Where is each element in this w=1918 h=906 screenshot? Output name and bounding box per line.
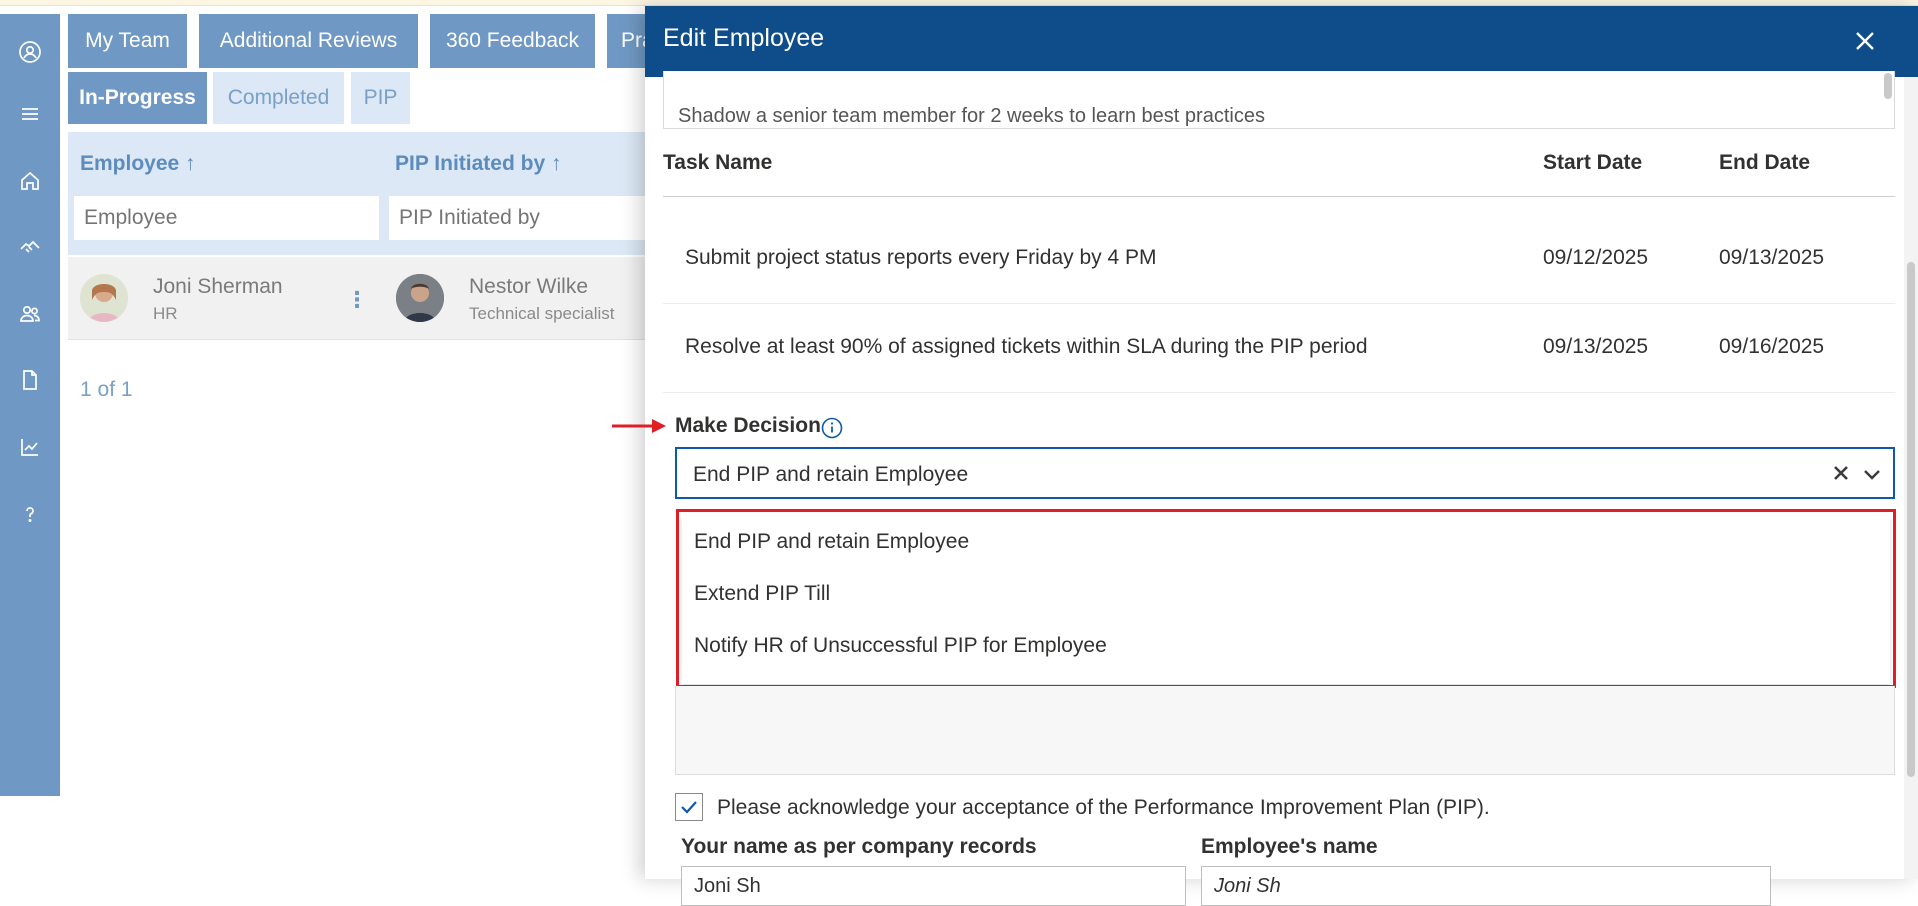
task-start-date: 09/12/2025 (1543, 246, 1649, 269)
chart-icon[interactable] (14, 431, 46, 463)
acknowledge-text: Please acknowledge your acceptance of th… (717, 796, 1490, 819)
tab-my-team[interactable]: My Team (68, 14, 187, 68)
people-icon[interactable] (14, 298, 46, 330)
make-decision-dropdown[interactable]: End PIP and retain Employee (675, 447, 1895, 499)
avatar (396, 274, 444, 322)
handshake-icon[interactable] (14, 231, 46, 263)
task-name-header: Task Name (663, 151, 773, 174)
clear-icon[interactable] (1831, 463, 1851, 483)
employee-filter-input[interactable] (74, 196, 379, 240)
scrollbar-thumb[interactable] (1907, 262, 1915, 777)
decision-options-list: End PIP and retain Employee Extend PIP T… (682, 516, 1890, 684)
task-row[interactable]: Submit project status reports every Frid… (663, 216, 1895, 304)
employee-name-label: Employee's name (1201, 835, 1378, 858)
home-icon[interactable] (14, 165, 46, 197)
employee-name-input[interactable] (1201, 866, 1771, 906)
info-icon[interactable] (820, 416, 844, 440)
help-icon[interactable] (14, 498, 46, 530)
column-employee[interactable]: Employee ↑ (80, 152, 196, 176)
subtab-pip[interactable]: PIP (351, 72, 410, 124)
option-notify-hr[interactable]: Notify HR of Unsuccessful PIP for Employ… (682, 620, 1890, 672)
task-start-date: 09/13/2025 (1543, 335, 1649, 358)
tab-360-feedback[interactable]: 360 Feedback (430, 14, 595, 68)
task-end-date: 09/13/2025 (1719, 246, 1825, 269)
chevron-down-icon[interactable] (1861, 463, 1883, 485)
panel-scrollbar[interactable] (1904, 77, 1918, 879)
column-pip-initiated-by[interactable]: PIP Initiated by ↑ (395, 152, 561, 176)
employee-role: HR (153, 304, 178, 323)
option-end-pip[interactable]: End PIP and retain Employee (682, 516, 1890, 568)
task-name: Resolve at least 90% of assigned tickets… (685, 335, 1368, 358)
initiator-name: Nestor Wilke (469, 275, 589, 298)
task-row[interactable]: Resolve at least 90% of assigned tickets… (663, 305, 1895, 393)
acknowledge-checkbox[interactable] (675, 793, 703, 821)
document-icon[interactable] (14, 364, 46, 396)
table-row[interactable]: Joni Sherman HR ⋮ Nestor Wilke Technical… (68, 257, 708, 340)
company-name-input[interactable] (681, 866, 1186, 906)
selected-decision: End PIP and retain Employee (693, 463, 969, 486)
textarea-line: Shadow a senior team member for 2 weeks … (678, 105, 1265, 127)
subtab-completed[interactable]: Completed (213, 72, 344, 124)
make-decision-label: Make Decision (675, 414, 821, 437)
pager: 1 of 1 (80, 378, 133, 401)
grid-header: Employee ↑ PIP Initiated by ↑ (68, 132, 708, 255)
start-date-header: Start Date (1543, 151, 1643, 174)
avatar (80, 274, 128, 322)
development-plan-textarea[interactable]: Shadow a senior team member for 2 weeks … (663, 71, 1895, 129)
company-name-label: Your name as per company records (681, 835, 1037, 858)
option-extend-pip[interactable]: Extend PIP Till (682, 568, 1890, 620)
edit-employee-panel: Edit Employee Shadow a senior team membe… (645, 6, 1918, 906)
subtab-in-progress[interactable]: In-Progress (68, 72, 207, 124)
menu-icon[interactable] (14, 98, 46, 130)
task-end-date: 09/16/2025 (1719, 335, 1825, 358)
task-name: Submit project status reports every Frid… (685, 246, 1157, 269)
annotation-arrow-icon (612, 419, 666, 433)
decision-notes-area[interactable] (675, 686, 1895, 775)
initiator-role: Technical specialist (469, 304, 615, 323)
employee-name: Joni Sherman (153, 275, 283, 298)
pip-list-view: My Team Additional Reviews 360 Feedback … (60, 0, 708, 879)
end-date-header: End Date (1719, 151, 1811, 174)
logo-icon[interactable] (14, 36, 46, 68)
tab-additional-reviews[interactable]: Additional Reviews (199, 14, 418, 68)
panel-header: Edit Employee (645, 6, 1918, 77)
header-divider (663, 196, 1895, 197)
panel-title: Edit Employee (663, 24, 825, 52)
left-rail (0, 14, 60, 796)
close-icon[interactable] (1848, 24, 1882, 58)
more-options-icon[interactable]: ⋮ (346, 287, 368, 313)
textarea-scroll-thumb[interactable] (1884, 73, 1892, 99)
